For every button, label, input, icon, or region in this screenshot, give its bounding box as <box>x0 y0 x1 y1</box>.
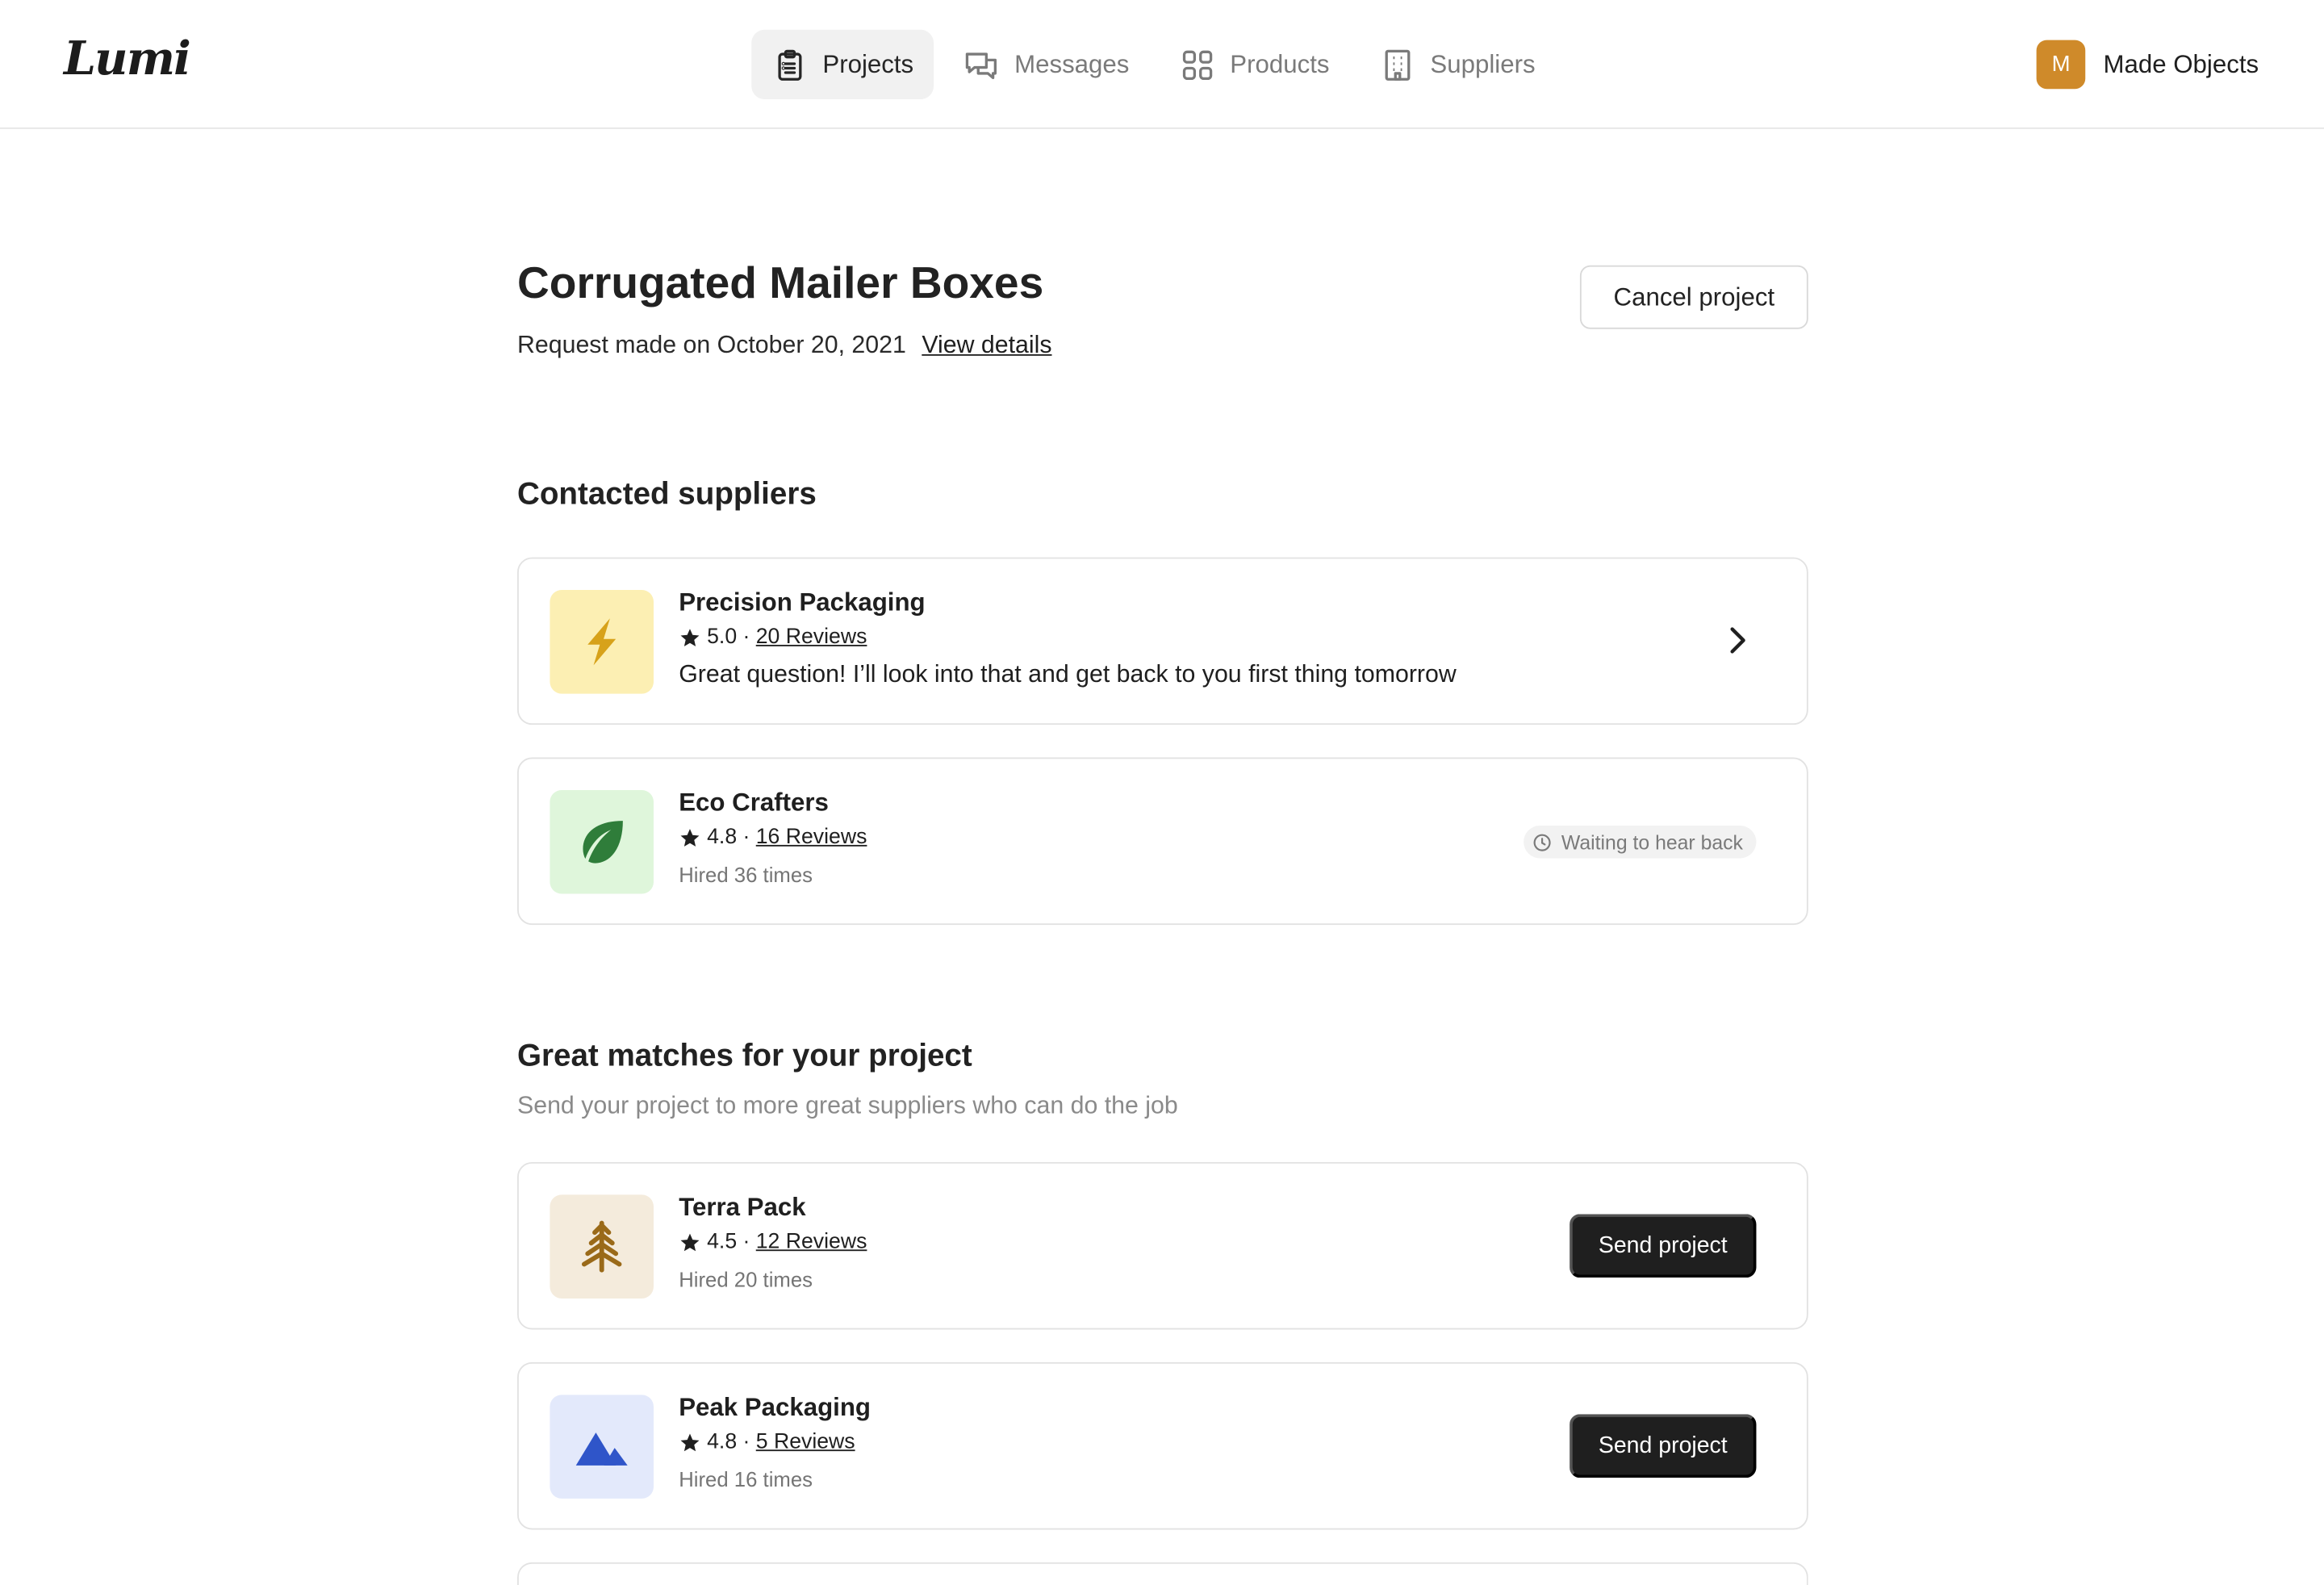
supplier-name: Peak Packaging <box>679 1393 872 1422</box>
top-navigation-bar: Lumi Projects Messages Products Supplier… <box>0 0 2324 129</box>
supplier-name: Eco Crafters <box>679 788 829 818</box>
nav-item-projects[interactable]: Projects <box>751 29 934 100</box>
latest-message: Great question! I’ll look into that and … <box>679 661 1457 688</box>
nav-item-messages[interactable]: Messages <box>943 30 1150 99</box>
nav-item-label: Products <box>1230 49 1330 78</box>
request-date: Request made on October 20, 2021 <box>517 332 906 359</box>
account-menu[interactable]: M Made Objects <box>2036 40 2259 90</box>
building-icon <box>1385 48 1411 80</box>
star-icon <box>680 1432 700 1451</box>
page: Lumi Projects Messages Products Supplier… <box>0 0 2324 1585</box>
rating-separator: · <box>742 625 750 650</box>
main-nav: Projects Messages Products Suppliers <box>751 29 1556 100</box>
rating-separator: · <box>742 1230 750 1254</box>
great-matches-heading: Great matches for your project <box>517 1039 972 1073</box>
lumi-logo[interactable]: Lumi <box>64 32 191 86</box>
nav-item-products[interactable]: Products <box>1159 30 1350 99</box>
hired-count: Hired 16 times <box>679 1467 813 1491</box>
supplier-logo <box>550 1395 654 1499</box>
supplier-card-partial <box>517 1562 1808 1585</box>
hired-count: Hired 20 times <box>679 1267 813 1291</box>
grid-icon <box>1182 49 1213 80</box>
supplier-card-terra-pack: Terra Pack 4.5 · 12 Reviews Hired 20 tim… <box>517 1161 1808 1330</box>
leaf-icon <box>583 821 623 864</box>
supplier-card-peak-packaging: Peak Packaging 4.8 · 5 Reviews Hired 16 … <box>517 1361 1808 1530</box>
supplier-logo <box>550 789 654 894</box>
status-badge: Waiting to hear back <box>1524 826 1757 859</box>
rating-value: 4.8 <box>707 1430 738 1454</box>
rating-value: 4.8 <box>707 826 738 850</box>
send-project-button[interactable]: Send project <box>1570 1414 1757 1478</box>
reviews-link[interactable]: 16 Reviews <box>756 826 867 849</box>
supplier-name: Terra Pack <box>679 1193 806 1222</box>
rating-separator: · <box>742 826 750 850</box>
great-matches-subheading: Send your project to more great supplier… <box>517 1092 1178 1119</box>
nav-item-label: Projects <box>822 49 914 78</box>
request-info: Request made on October 20, 2021 View de… <box>517 332 1051 360</box>
supplier-rating: 4.8 · 5 Reviews <box>679 1430 855 1454</box>
supplier-name: Precision Packaging <box>679 588 926 617</box>
supplier-card-eco-crafters[interactable]: Eco Crafters 4.8 · 16 Reviews Hired 36 t… <box>517 757 1808 926</box>
lightning-icon <box>587 618 617 666</box>
nav-item-label: Messages <box>1014 49 1130 78</box>
avatar: M <box>2036 40 2086 90</box>
supplier-rating: 4.8 · 16 Reviews <box>679 826 867 849</box>
hired-count: Hired 36 times <box>679 862 813 887</box>
clipboard-icon <box>778 48 802 80</box>
account-name: Made Objects <box>2103 49 2259 78</box>
mountains-icon <box>575 1432 628 1466</box>
supplier-logo <box>550 1194 654 1299</box>
page-title: Corrugated Mailer Boxes <box>517 259 1044 309</box>
cancel-project-button[interactable]: Cancel project <box>1579 265 1808 329</box>
supplier-card-precision-packaging[interactable]: Precision Packaging 5.0 · 20 Reviews Gre… <box>517 557 1808 726</box>
view-details-link[interactable]: View details <box>922 332 1051 358</box>
send-project-button[interactable]: Send project <box>1570 1214 1757 1278</box>
star-icon <box>680 828 700 846</box>
rating-value: 4.5 <box>707 1230 738 1254</box>
chat-bubbles-icon <box>966 52 997 79</box>
nav-item-label: Suppliers <box>1430 49 1536 78</box>
reviews-link[interactable]: 20 Reviews <box>756 625 867 649</box>
star-icon <box>680 628 700 646</box>
star-icon <box>680 1232 700 1251</box>
pine-tree-icon <box>581 1220 622 1273</box>
supplier-rating: 5.0 · 20 Reviews <box>679 625 867 649</box>
status-text: Waiting to hear back <box>1561 830 1743 854</box>
rating-separator: · <box>742 1430 750 1454</box>
supplier-logo <box>550 590 654 694</box>
contacted-suppliers-heading: Contacted suppliers <box>517 477 817 512</box>
nav-item-suppliers[interactable]: Suppliers <box>1359 30 1556 99</box>
reviews-link[interactable]: 12 Reviews <box>756 1230 867 1253</box>
clock-icon <box>1534 833 1552 851</box>
rating-value: 5.0 <box>707 625 738 650</box>
chevron-right-icon[interactable] <box>1718 621 1757 660</box>
reviews-link[interactable]: 5 Reviews <box>756 1430 855 1453</box>
supplier-rating: 4.5 · 12 Reviews <box>679 1230 867 1254</box>
